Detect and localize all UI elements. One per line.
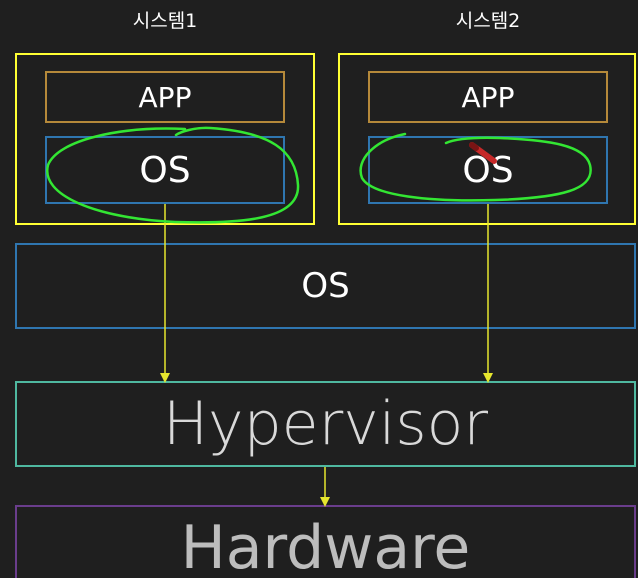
system1-os-box: OS	[45, 136, 285, 204]
virtualization-diagram: 시스템1 APP OS 시스템2 APP OS OS Hypervisor Ha…	[0, 0, 638, 578]
hardware-label: Hardware	[180, 513, 471, 578]
hypervisor-box: Hypervisor	[15, 381, 636, 467]
system1-app-label: APP	[138, 80, 192, 114]
system2-os-label: OS	[462, 149, 514, 191]
system1-os-label: OS	[139, 149, 191, 191]
system2-title: 시스템2	[455, 10, 521, 32]
host-os-box: OS	[15, 243, 636, 329]
system1-app-box: APP	[45, 71, 285, 123]
system2-os-box: OS	[368, 136, 608, 204]
hardware-box: Hardware	[15, 505, 636, 578]
system2-app-box: APP	[368, 71, 608, 123]
system1-title: 시스템1	[132, 10, 198, 32]
host-os-label: OS	[301, 266, 350, 306]
hypervisor-label: Hypervisor	[162, 389, 489, 459]
system2-app-label: APP	[461, 80, 515, 114]
